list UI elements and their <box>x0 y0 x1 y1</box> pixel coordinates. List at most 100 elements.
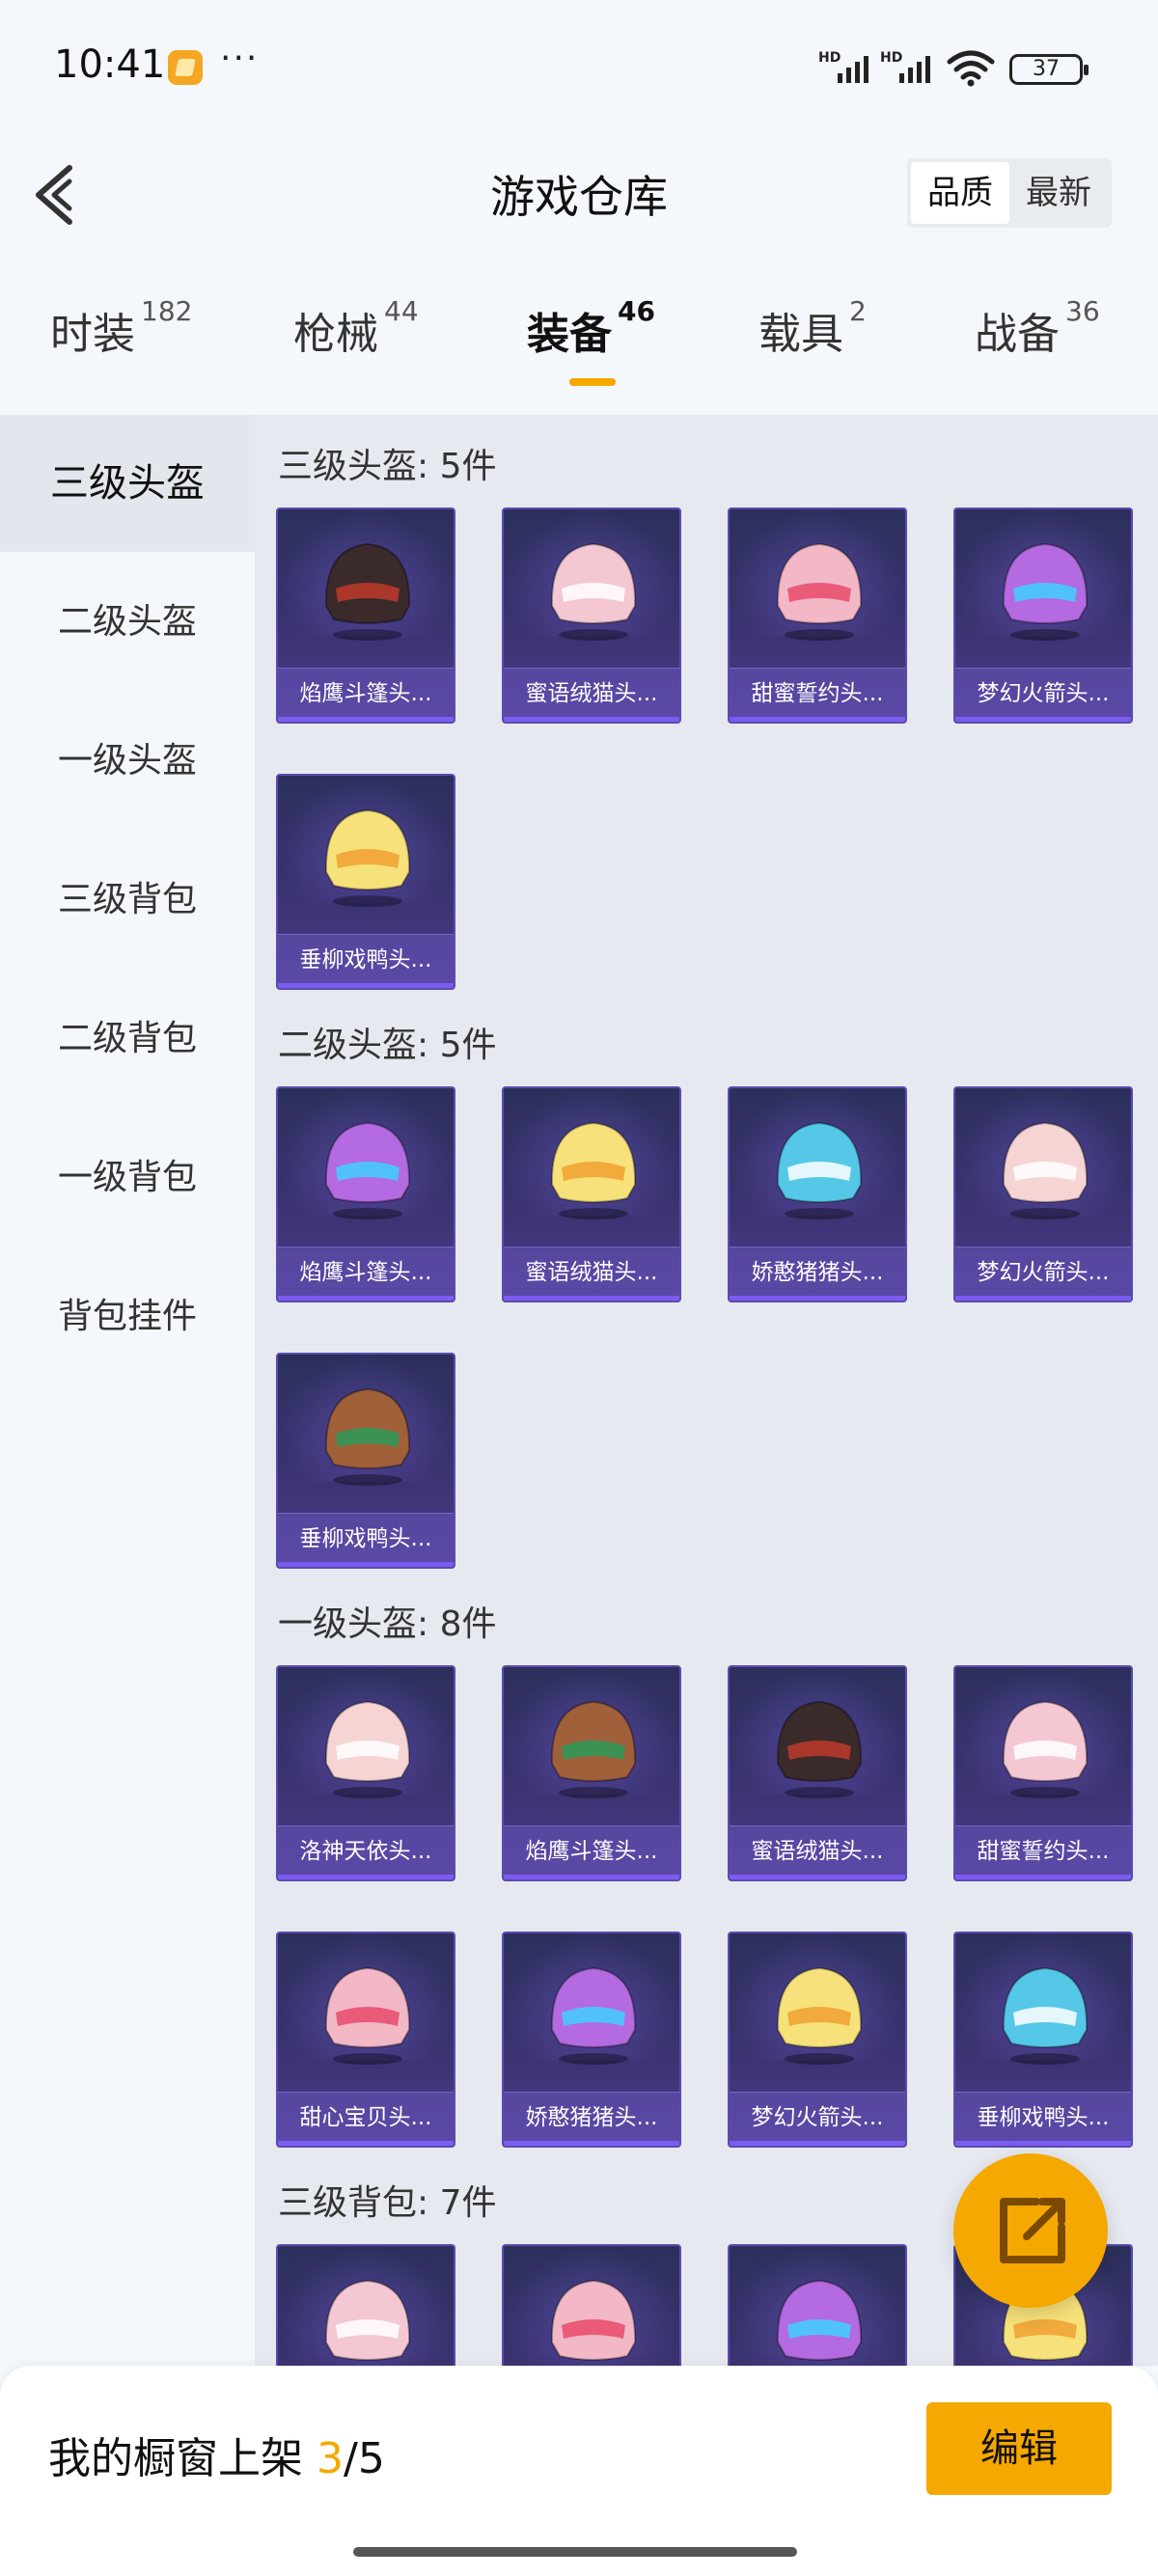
wifi-icon <box>947 50 995 87</box>
item-grid-area[interactable]: 三级头盔: 5件 二级头盔: 5件 一级头盔: 8件 三级背包: 7件 焰鹰斗篷… <box>255 415 1158 2366</box>
item-card[interactable]: 甜蜜誓约头... <box>728 507 907 724</box>
more-notifications-icon: ··· <box>220 39 260 78</box>
showcase-label: 我的橱窗上架 <box>48 2434 317 2483</box>
helmet-icon <box>324 808 411 907</box>
item-card[interactable]: 垂柳戏鸭头... <box>276 774 455 990</box>
section-title-level1-helmet: 一级头盔: 8件 <box>278 1604 497 1644</box>
helmet-icon <box>550 542 637 641</box>
signal-icon-2: HD <box>880 50 938 83</box>
rarity-bar <box>955 717 1131 722</box>
share-button[interactable] <box>953 2153 1108 2308</box>
item-card[interactable]: 甜蜜誓约头... <box>953 1665 1133 1881</box>
rarity-bar <box>955 1875 1131 1879</box>
sort-quality-button[interactable]: 品质 <box>911 162 1009 224</box>
item-name: 娇憨猪猪头... <box>504 2092 679 2142</box>
sidebar-item-level3-helmet[interactable]: 三级头盔 <box>0 415 255 552</box>
helmet-icon <box>1002 1700 1089 1798</box>
sidebar-item-level1-helmet[interactable]: 一级头盔 <box>0 693 255 830</box>
item-name: 焰鹰斗篷头... <box>278 1247 454 1297</box>
sidebar-item-level2-backpack[interactable]: 二级背包 <box>0 971 255 1108</box>
helmet-icon <box>776 1700 863 1798</box>
item-name: 蜜语绒猫头... <box>730 1825 905 1876</box>
tab-count: 2 <box>849 295 867 327</box>
rarity-bar <box>278 1562 454 1567</box>
item-card[interactable]: 蜜语绒猫头... <box>502 1086 681 1302</box>
item-card[interactable]: 焰鹰斗篷头... <box>276 507 455 724</box>
item-card[interactable] <box>728 2244 907 2366</box>
sidebar-item-backpack-charm[interactable]: 背包挂件 <box>0 1248 255 1385</box>
helmet-icon <box>324 1966 411 2065</box>
helmet-icon <box>776 1966 863 2065</box>
item-name: 甜蜜誓约头... <box>730 668 905 718</box>
item-card[interactable]: 梦幻火箭头... <box>953 507 1133 724</box>
rarity-bar <box>504 1296 679 1301</box>
item-card[interactable]: 蜜语绒猫头... <box>728 1665 907 1881</box>
item-card[interactable] <box>276 2244 455 2366</box>
tab-supplies[interactable]: 战备 36 <box>975 295 1100 361</box>
share-icon <box>1000 2198 1065 2263</box>
rarity-bar <box>278 983 454 988</box>
item-card[interactable]: 焰鹰斗篷头... <box>502 1665 681 1881</box>
tab-count: 182 <box>141 295 193 327</box>
item-card[interactable]: 洛神天依头... <box>276 1665 455 1881</box>
item-card[interactable]: 娇憨猪猪头... <box>502 1932 681 2148</box>
helmet-icon <box>324 1387 411 1486</box>
item-name: 垂柳戏鸭头... <box>278 934 454 984</box>
sort-toggle: 品质 最新 <box>907 158 1112 228</box>
showcase-bar: 我的橱窗上架 3/5 编辑 <box>0 2366 1158 2576</box>
item-card[interactable] <box>502 2244 681 2366</box>
item-card[interactable]: 垂柳戏鸭头... <box>276 1353 455 1569</box>
status-bar: 10:41 ··· HD HD 37 <box>0 0 1158 135</box>
status-time: 10:41 <box>54 42 166 87</box>
sort-newest-button[interactable]: 最新 <box>1009 162 1108 224</box>
rarity-bar <box>730 1875 905 1879</box>
helmet-icon <box>776 1121 863 1219</box>
rarity-bar <box>278 2141 454 2146</box>
helmet-icon <box>324 1121 411 1219</box>
helmet-icon <box>324 542 411 641</box>
sidebar: 三级头盔 二级头盔 一级头盔 三级背包 二级背包 一级背包 背包挂件 <box>0 415 255 2364</box>
tab-label: 时装 <box>50 310 135 359</box>
edit-button[interactable]: 编辑 <box>926 2402 1112 2495</box>
helmet-icon <box>550 1700 637 1798</box>
sidebar-item-level3-backpack[interactable]: 三级背包 <box>0 832 255 969</box>
item-card[interactable]: 垂柳戏鸭头... <box>953 1932 1133 2148</box>
rarity-bar <box>730 1296 905 1301</box>
item-name: 洛神天依头... <box>278 1825 454 1876</box>
item-card[interactable]: 娇憨猪猪头... <box>728 1086 907 1302</box>
rarity-bar <box>504 1875 679 1879</box>
item-name: 梦幻火箭头... <box>955 668 1131 718</box>
backpack-icon <box>776 2279 863 2361</box>
item-name: 垂柳戏鸭头... <box>278 1513 454 1563</box>
item-name: 垂柳戏鸭头... <box>955 2092 1131 2142</box>
showcase-status: 我的橱窗上架 3/5 <box>48 2424 385 2485</box>
item-name: 甜心宝贝头... <box>278 2092 454 2142</box>
tab-count: 44 <box>384 295 419 327</box>
item-card[interactable]: 蜜语绒猫头... <box>502 507 681 724</box>
item-name: 蜜语绒猫头... <box>504 1247 679 1297</box>
tab-weapons[interactable]: 枪械 44 <box>293 295 419 361</box>
sidebar-item-level2-helmet[interactable]: 二级头盔 <box>0 554 255 691</box>
tab-label: 载具 <box>758 310 843 359</box>
rarity-bar <box>278 717 454 722</box>
item-name: 焰鹰斗篷头... <box>504 1825 679 1876</box>
backpack-icon <box>324 2279 411 2361</box>
item-name: 娇憨猪猪头... <box>730 1247 905 1297</box>
backpack-icon <box>550 2279 637 2361</box>
item-card[interactable]: 甜心宝贝头... <box>276 1932 455 2148</box>
tab-vehicles[interactable]: 载具 2 <box>758 295 867 361</box>
sidebar-item-level1-backpack[interactable]: 一级背包 <box>0 1110 255 1247</box>
tab-fashion[interactable]: 时装 182 <box>50 295 192 361</box>
rarity-bar <box>955 1296 1131 1301</box>
item-card[interactable]: 梦幻火箭头... <box>953 1086 1133 1302</box>
item-card[interactable]: 梦幻火箭头... <box>728 1932 907 2148</box>
helmet-icon <box>550 1121 637 1219</box>
active-tab-indicator <box>569 378 616 386</box>
rarity-bar <box>730 2141 905 2146</box>
item-card[interactable]: 焰鹰斗篷头... <box>276 1086 455 1302</box>
helmet-icon <box>550 1966 637 2065</box>
section-title-level3-backpack: 三级背包: 7件 <box>278 2183 497 2223</box>
tab-equipment[interactable]: 装备 46 <box>527 295 655 361</box>
helmet-icon <box>1002 1121 1089 1219</box>
showcase-current-count: 3 <box>317 2434 344 2483</box>
